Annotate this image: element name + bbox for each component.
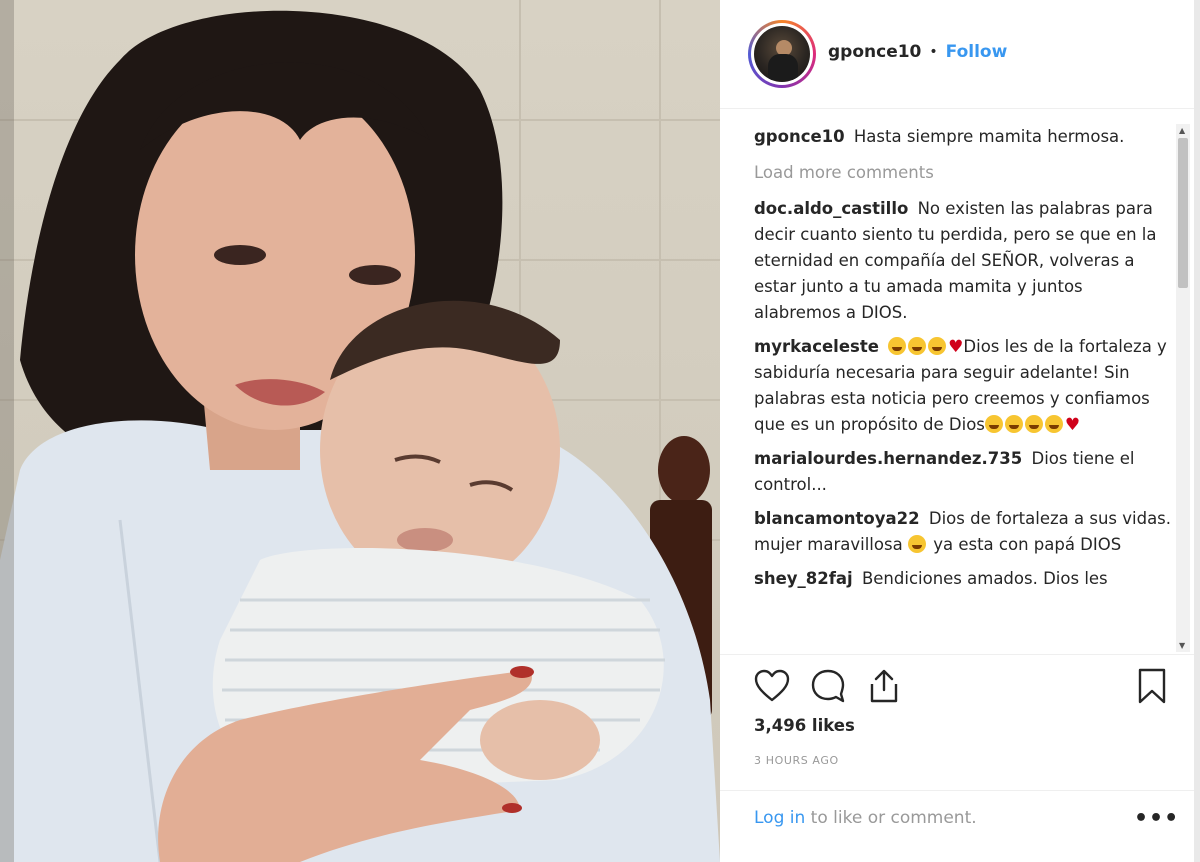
comment-item: myrkaceleste ♥Dios les de la fortaleza y… — [754, 334, 1174, 438]
share-button[interactable] — [864, 666, 904, 706]
comment-username[interactable]: doc.aldo_castillo — [754, 199, 908, 218]
comment-username[interactable]: blancamontoya22 — [754, 509, 920, 528]
save-button[interactable] — [1132, 666, 1172, 706]
crying-face-icon — [1024, 415, 1043, 433]
actions-divider — [720, 654, 1194, 655]
login-link[interactable]: Log in — [754, 808, 805, 828]
comment-icon — [811, 669, 845, 703]
post-timestamp[interactable]: 3 HOURS AGO — [754, 754, 839, 767]
comment-item: shey_82faj Bendiciones amados. Dios les — [754, 566, 1174, 592]
header-username[interactable]: gponce10 — [828, 42, 921, 62]
post-side-panel: gponce10 • Follow gponce10 Hasta siempre… — [720, 0, 1200, 862]
crying-face-icon — [908, 337, 927, 355]
post-header: gponce10 • Follow — [720, 0, 1194, 108]
comment-item: marialourdes.hernandez.735 Dios tiene el… — [754, 446, 1174, 498]
comment-text: Bendiciones amados. Dios les — [861, 569, 1108, 588]
post-photo[interactable] — [0, 0, 720, 862]
load-more-comments-button[interactable]: Load more comments — [754, 160, 1174, 186]
header-divider — [720, 108, 1194, 109]
comment-username[interactable]: marialourdes.hernandez.735 — [754, 449, 1022, 468]
follow-button[interactable]: Follow — [946, 42, 1008, 62]
comment-text-continued: ya esta con papá DIOS — [933, 535, 1122, 554]
crying-face-icon — [928, 337, 947, 355]
crying-face-icon — [1004, 415, 1023, 433]
login-prompt-text: to like or comment. — [805, 808, 977, 828]
comments-scrollbar[interactable]: ▲ ▼ — [1176, 124, 1190, 652]
avatar-image — [754, 26, 810, 82]
comment-username[interactable]: myrkaceleste — [754, 337, 879, 356]
like-button[interactable] — [752, 666, 792, 706]
heart-icon — [754, 669, 790, 702]
comment-username[interactable]: shey_82faj — [754, 569, 853, 588]
sad-face-icon — [907, 535, 926, 553]
red-heart-icon: ♥ — [1064, 415, 1081, 435]
login-prompt: Log in to like or comment. — [754, 808, 977, 828]
red-heart-icon: ♥ — [948, 337, 964, 357]
avatar[interactable] — [748, 20, 816, 88]
crying-face-icon — [888, 337, 907, 355]
crying-face-icon — [984, 415, 1003, 433]
more-options-icon[interactable]: ••• — [1134, 806, 1179, 831]
scrollbar-thumb[interactable] — [1178, 138, 1188, 288]
like-count[interactable]: 3,496 likes — [754, 716, 855, 735]
footer-divider — [720, 790, 1194, 791]
share-icon — [870, 669, 898, 703]
header-text: gponce10 • Follow — [828, 42, 1007, 62]
header-separator: • — [929, 44, 938, 60]
scroll-up-arrow-icon[interactable]: ▲ — [1179, 126, 1185, 135]
action-bar — [752, 666, 1172, 706]
photo-illustration — [0, 0, 720, 862]
caption-username[interactable]: gponce10 — [754, 127, 845, 146]
comment-item: blancamontoya22 Dios de fortaleza a sus … — [754, 506, 1174, 558]
panel-edge — [1194, 0, 1200, 862]
comments-list[interactable]: gponce10 Hasta siempre mamita hermosa. L… — [754, 124, 1174, 652]
comment-item: doc.aldo_castillo No existen las palabra… — [754, 196, 1174, 326]
comment-button[interactable] — [808, 666, 848, 706]
bookmark-icon — [1138, 668, 1166, 704]
crying-face-icon — [1044, 415, 1063, 433]
scroll-down-arrow-icon[interactable]: ▼ — [1179, 641, 1185, 650]
caption: gponce10 Hasta siempre mamita hermosa. — [754, 124, 1174, 150]
caption-text: Hasta siempre mamita hermosa. — [853, 127, 1125, 146]
